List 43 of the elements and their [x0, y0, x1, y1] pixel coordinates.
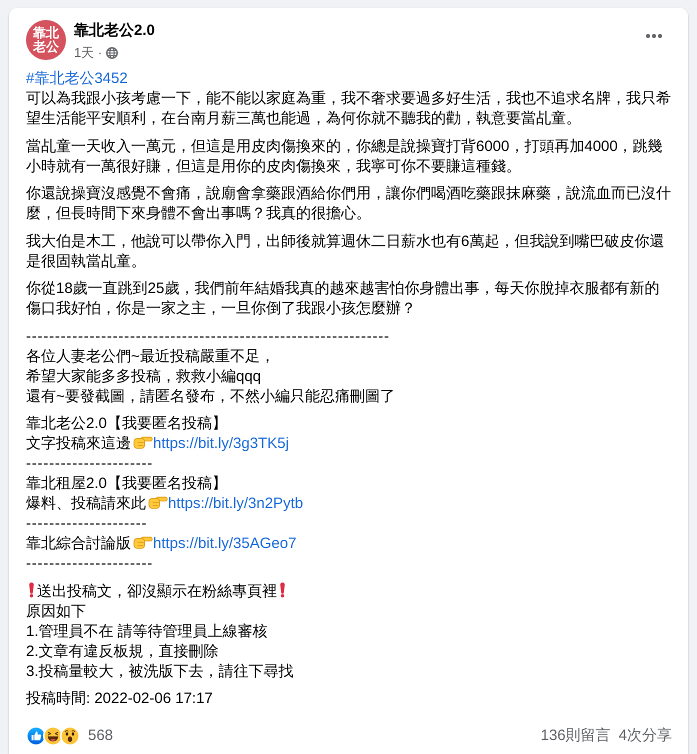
pointing-hand-icon	[148, 494, 168, 510]
post-text: 希望大家能多多投稿，救救小編qqq	[26, 368, 262, 384]
post-text: 送出投稿文，卻沒顯示在粉絲專頁裡	[37, 582, 277, 600]
post-link[interactable]: https://bit.ly/35AGeo7	[153, 535, 296, 552]
post-paragraph: 你還說操寶沒感覺不會痛，說廟會拿藥跟酒給你們用，讓你們喝酒吃藥跟抹麻藥，說流血而已沒什麼，但長時間下來身體不會出事嗎？我真的很擔心。	[26, 184, 672, 224]
post-text: 原因如下	[26, 602, 86, 620]
dashed-line-text: ----------------------	[26, 455, 154, 472]
hashtag-link[interactable]: #靠北老公3452	[26, 70, 128, 87]
post-text: 靠北老公2.0【我要匿名投稿】	[26, 415, 227, 432]
post-text: 爆料、投稿請來此	[26, 495, 146, 512]
post-text: 還有~要發截圖，請匿名發布，不然小編只能忍痛刪圖了	[26, 388, 395, 404]
surprised-face-icon[interactable]	[60, 726, 80, 746]
pointing-hand-icon	[133, 434, 153, 450]
dashed-line-text: ----------------------	[26, 555, 154, 572]
shares-count-link[interactable]: 4次分享	[618, 726, 672, 746]
exclamation-icon	[279, 582, 286, 598]
post-text: 2.文章有違反板規，直接刪除	[26, 642, 219, 660]
dashed-line-text: ---------------------	[26, 515, 148, 532]
post-text: 文字投稿來這邊	[26, 435, 131, 452]
post-text: 靠北綜合討論版	[26, 535, 131, 552]
post-link[interactable]: https://bit.ly/3n2Pytb	[168, 495, 304, 512]
page-name-link[interactable]: 靠北老公2.0	[74, 22, 155, 39]
pointing-hand-icon	[133, 534, 153, 550]
exclamation-icon	[28, 582, 35, 598]
post-time-link[interactable]: 1天 ·	[74, 45, 102, 61]
globe-icon	[106, 47, 118, 59]
thumbs-up-icon[interactable]	[26, 726, 46, 746]
post-paragraph: 當乩童一天收入一萬元，但這是用皮肉傷換來的，你總是說操寶打背6000，打頭再加4000，跳幾小時就有一萬很好賺，但這是用你的皮肉傷換來，我寧可你不要賺這種錢。	[26, 136, 664, 176]
post-paragraph: 投稿時間: 2022-02-06 17:17	[26, 689, 214, 709]
post-link[interactable]: https://bit.ly/3g3TK5j	[153, 435, 289, 452]
more-options-icon[interactable]	[646, 34, 662, 38]
post-paragraph: 我大伯是木工，他說可以帶你入門，出師後就算週休二日薪水也有6萬起，但我說到嘴巴破皮你還是很固執當乩童。	[26, 232, 666, 272]
post-text: 3.投稿量較大，被洗版下去，請往下尋找	[26, 662, 294, 680]
page-avatar[interactable]: 靠北 老公	[26, 20, 66, 60]
laughing-face-icon[interactable]	[43, 726, 63, 746]
comments-count-link[interactable]: 136則留言	[540, 726, 611, 746]
post-paragraph: 你從18歲一直跳到25歲，我們前年結婚我真的越來越害怕你身體出事，每天你脫掉衣服都有新的傷口我好怕，你是一家之主，一旦你倒了我跟小孩怎麼辦？	[26, 279, 660, 319]
dashed-line-text: ---------------------------------------------------------------	[26, 328, 390, 344]
post-text: 1.管理員不在 請等待管理員上線審核	[26, 622, 268, 640]
post-text: 各位人妻老公們~最近投稿嚴重不足，	[26, 348, 275, 364]
post-paragraph: 可以為我跟小孩考慮一下，能不能以家庭為重，我不奢求要過多好生活，我也不追求名牌，我只希望生活能平安順利，在台南月薪三萬也能過，為何你就不聽我的勸，執意要當乩童。	[26, 89, 672, 129]
post-text: 靠北租屋2.0【我要匿名投稿】	[26, 475, 227, 492]
reaction-count-link[interactable]: 568	[88, 726, 114, 746]
